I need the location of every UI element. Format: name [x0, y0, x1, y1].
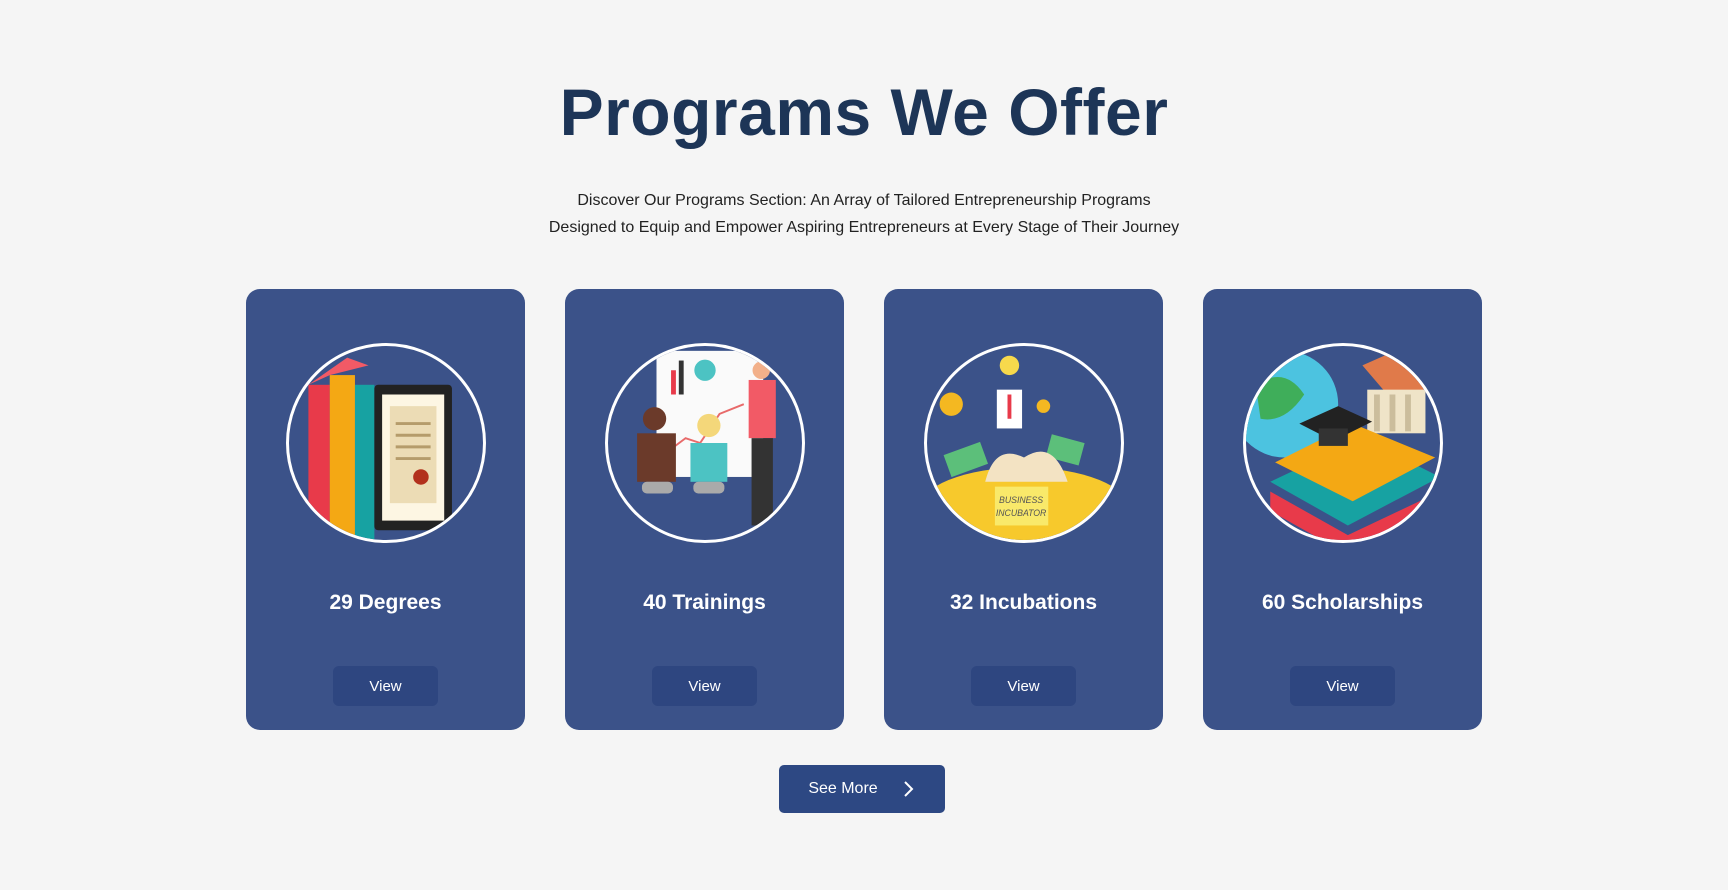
- page-title: Programs We Offer: [559, 75, 1169, 149]
- graduation-scholarship-illustration: [1243, 343, 1443, 543]
- program-card-trainings: 40 Trainings View: [565, 289, 844, 730]
- svg-text:INCUBATOR: INCUBATOR: [996, 508, 1047, 518]
- page-subtitle: Discover Our Programs Section: An Array …: [0, 187, 1728, 241]
- business-incubator-illustration: BUSINESS INCUBATOR: [924, 343, 1124, 543]
- see-more-button[interactable]: See More: [779, 765, 945, 813]
- subtitle-line-1: Discover Our Programs Section: An Array …: [577, 192, 1151, 209]
- card-title: 40 Trainings: [643, 591, 766, 614]
- chevron-right-icon: [903, 781, 914, 797]
- view-degrees-button[interactable]: View: [333, 666, 438, 706]
- program-card-incubations: BUSINESS INCUBATOR 32 Incubations View: [884, 289, 1163, 730]
- program-card-degrees: 29 Degrees View: [246, 289, 525, 730]
- card-title: 60 Scholarships: [1261, 591, 1424, 614]
- card-title: 29 Degrees: [329, 591, 442, 614]
- card-title: 32 Incubations: [949, 591, 1098, 614]
- subtitle-line-2: Designed to Equip and Empower Aspiring E…: [548, 219, 1180, 236]
- view-scholarships-button[interactable]: View: [1290, 666, 1395, 706]
- see-more-label: See More: [808, 780, 878, 797]
- program-card-scholarships: 60 Scholarships View: [1203, 289, 1482, 730]
- svg-text:BUSINESS: BUSINESS: [999, 495, 1043, 505]
- view-incubations-button[interactable]: View: [971, 666, 1076, 706]
- books-diploma-illustration: [286, 343, 486, 543]
- view-trainings-button[interactable]: View: [652, 666, 757, 706]
- training-presentation-illustration: [605, 343, 805, 543]
